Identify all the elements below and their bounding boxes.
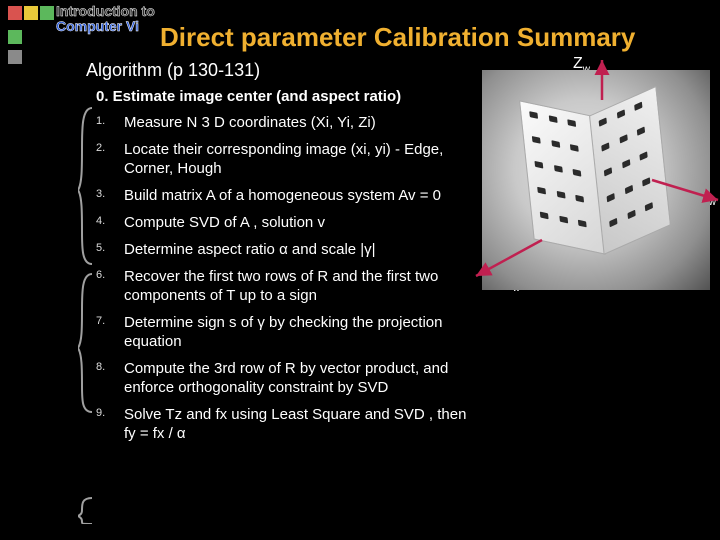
step-number: 6.: [96, 267, 124, 305]
calibration-figure: [482, 70, 710, 290]
step-number: 7.: [96, 313, 124, 351]
step-text: Determine aspect ratio α and scale |γ|: [124, 240, 376, 259]
accent-square-small-green: [8, 30, 22, 44]
step-number: 2.: [96, 140, 124, 178]
list-item: 3.Build matrix A of a homogeneous system…: [96, 186, 476, 205]
accent-square-green: [40, 6, 54, 20]
step-text: Solve Tz and fx using Least Square and S…: [124, 405, 476, 443]
list-item: 8.Compute the 3rd row of R by vector pro…: [96, 359, 476, 397]
step-zero: 0. Estimate image center (and aspect rat…: [96, 88, 476, 105]
step-text: Locate their corresponding image (xi, yi…: [124, 140, 476, 178]
brace-icon: [78, 94, 96, 524]
step-list: 1.Measure N 3 D coordinates (Xi, Yi, Zi)…: [96, 113, 476, 443]
axis-arrows-icon: [482, 70, 710, 290]
step-number: 8.: [96, 359, 124, 397]
list-item: 7.Determine sign s of γ by checking the …: [96, 313, 476, 351]
list-item: 6.Recover the first two rows of R and th…: [96, 267, 476, 305]
list-item: 1.Measure N 3 D coordinates (Xi, Yi, Zi): [96, 113, 476, 132]
step-text: Build matrix A of a homogeneous system A…: [124, 186, 441, 205]
header-squares: [8, 6, 56, 20]
step-text: Recover the first two rows of R and the …: [124, 267, 476, 305]
step-number: 1.: [96, 113, 124, 132]
step-text: Compute SVD of A , solution v: [124, 213, 325, 232]
course-header: Introduction to Computer Vi: [56, 4, 155, 34]
slide-title: Direct parameter Calibration Summary: [160, 22, 635, 53]
step-number: 4.: [96, 213, 124, 232]
list-item: 2.Locate their corresponding image (xi, …: [96, 140, 476, 178]
left-accent-squares: [8, 30, 22, 70]
algorithm-content: 0. Estimate image center (and aspect rat…: [96, 88, 476, 451]
accent-square-yellow: [24, 6, 38, 20]
step-text: Measure N 3 D coordinates (Xi, Yi, Zi): [124, 113, 376, 132]
list-item: 5.Determine aspect ratio α and scale |γ|: [96, 240, 476, 259]
step-braces: [78, 94, 94, 529]
step-number: 9.: [96, 405, 124, 443]
course-header-line1: Introduction to: [56, 4, 155, 19]
slide-subtitle: Algorithm (p 130-131): [86, 60, 260, 81]
step-text: Compute the 3rd row of R by vector produ…: [124, 359, 476, 397]
step-number: 3.: [96, 186, 124, 205]
step-number: 5.: [96, 240, 124, 259]
slide-root: Introduction to Computer Vi Direct param…: [0, 0, 720, 540]
accent-square-red: [8, 6, 22, 20]
course-header-line2: Computer Vi: [56, 19, 155, 34]
list-item: 4.Compute SVD of A , solution v: [96, 213, 476, 232]
step-text: Determine sign s of γ by checking the pr…: [124, 313, 476, 351]
accent-square-small-gray: [8, 50, 22, 64]
list-item: 9.Solve Tz and fx using Least Square and…: [96, 405, 476, 443]
